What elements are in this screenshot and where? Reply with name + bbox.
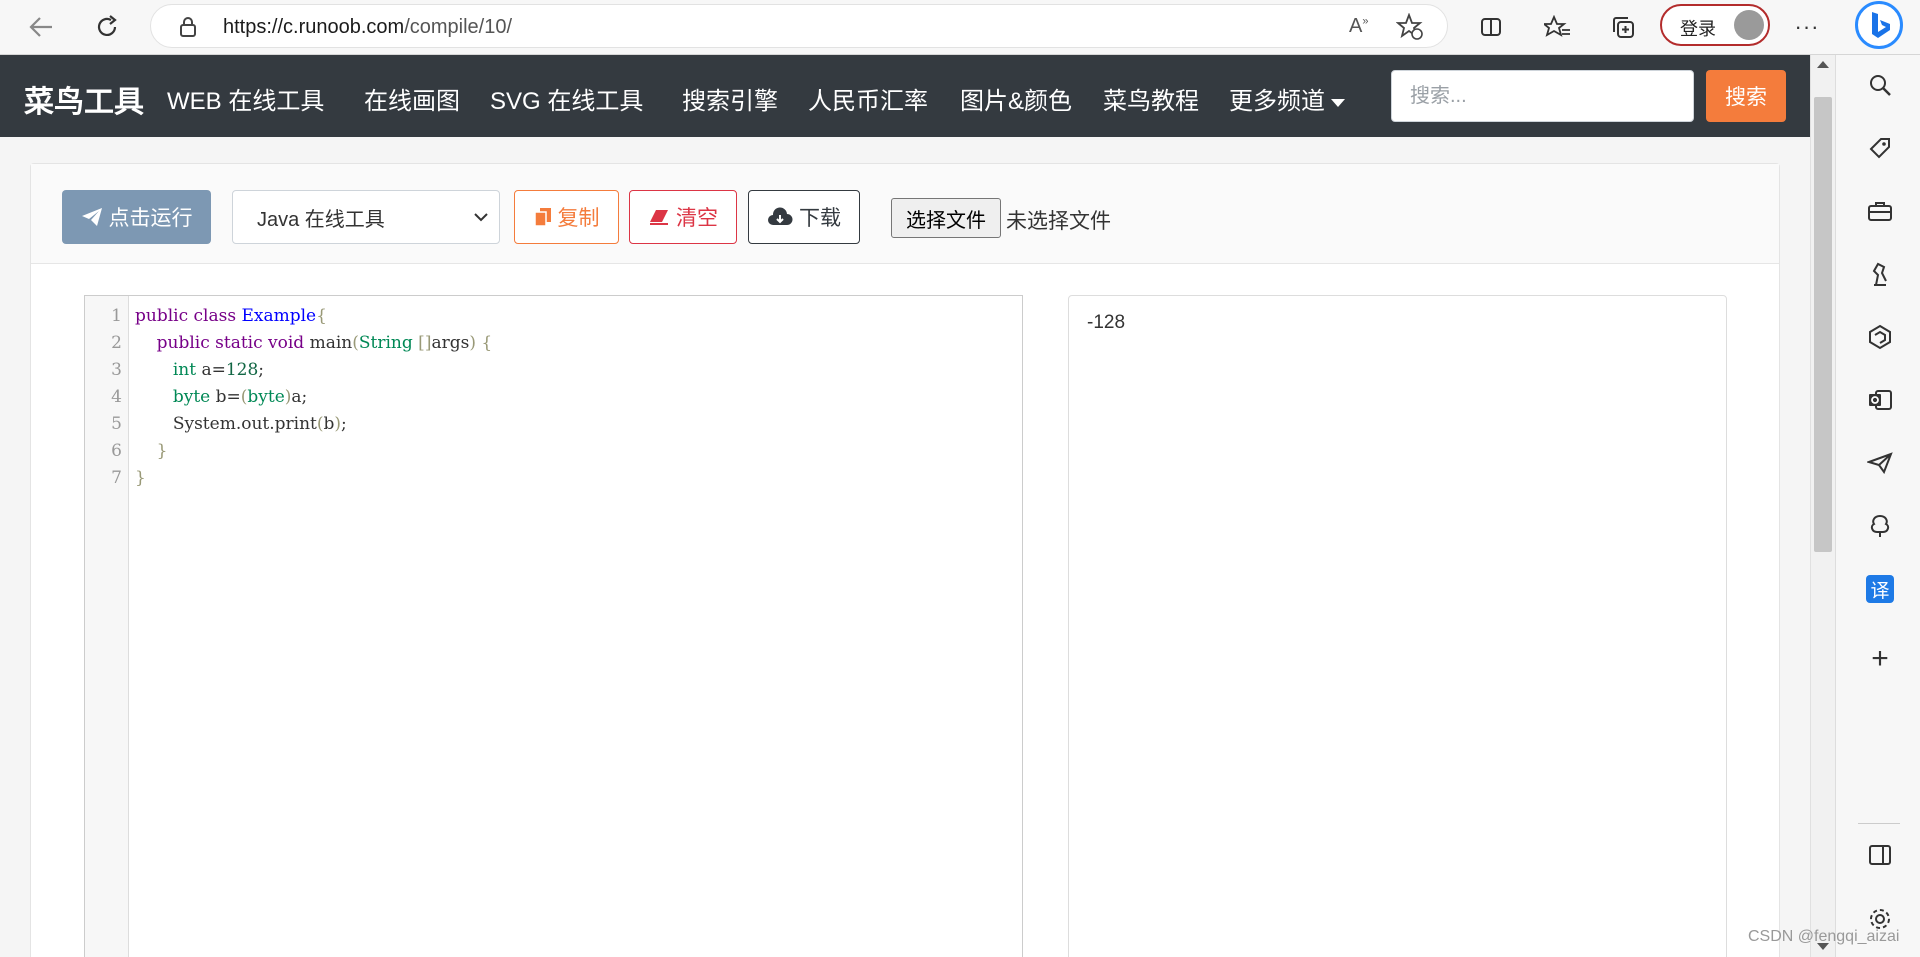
add-favorite-icon[interactable] (1395, 12, 1424, 46)
site-search-input[interactable] (1391, 70, 1694, 122)
search-icon[interactable] (1866, 71, 1894, 99)
run-button-label: 点击运行 (108, 207, 193, 230)
compiler-toolbar: 点击运行 Java 在线工具 复制 清空 下载 选择文件 未选择文件 (31, 164, 1779, 264)
tag-icon[interactable] (1866, 134, 1894, 162)
copy-button[interactable]: 复制 (514, 190, 619, 244)
nav-link-more-channels[interactable]: 更多频道 (1229, 81, 1345, 116)
code-line: System.out.print(b); (135, 414, 347, 434)
code-line: } (156, 441, 168, 461)
nav-link-drawing[interactable]: 在线画图 (364, 81, 460, 116)
language-select-value: Java 在线工具 (257, 208, 385, 231)
translate-icon[interactable]: 译 (1866, 575, 1894, 603)
copy-button-label: 复制 (557, 207, 600, 230)
cloud-download-icon (768, 207, 793, 225)
line-number: 5 (111, 414, 122, 434)
output-text: -128 (1087, 312, 1126, 333)
site-search-button[interactable]: 搜索 (1706, 70, 1786, 122)
dropdown-caret-icon (1331, 98, 1345, 107)
output-panel: -128 (1068, 295, 1727, 957)
page: 菜鸟工具 WEB 在线工具 在线画图 SVG 在线工具 搜索引擎 人民币汇率 图… (0, 55, 1810, 957)
toolbox-icon[interactable] (1866, 197, 1894, 225)
copy-icon (533, 208, 551, 227)
nav-link-image-color[interactable]: 图片&颜色 (960, 81, 1072, 116)
line-number: 3 (111, 360, 122, 380)
send-icon[interactable] (1866, 449, 1894, 477)
line-number: 7 (111, 468, 122, 488)
download-button[interactable]: 下载 (748, 190, 860, 244)
eraser-icon (650, 210, 668, 225)
line-gutter: 1 2 3 4 5 6 7 (85, 296, 129, 957)
scroll-thumb[interactable] (1814, 97, 1832, 552)
line-number: 1 (111, 306, 122, 326)
line-number: 4 (111, 387, 122, 407)
page-scrollbar[interactable] (1810, 55, 1834, 957)
scroll-up-icon[interactable] (1817, 61, 1829, 68)
hide-sidebar-icon[interactable] (1866, 841, 1894, 869)
favorites-icon[interactable] (1540, 10, 1574, 44)
split-screen-icon[interactable] (1474, 10, 1508, 44)
run-button[interactable]: 点击运行 (62, 190, 211, 244)
nav-link-exchange-rate[interactable]: 人民币汇率 (808, 81, 928, 116)
browser-toolbar: https://c.runoob.com/compile/10/ A» 登录 ·… (0, 0, 1920, 55)
address-bar[interactable]: https://c.runoob.com/compile/10/ A» (150, 4, 1448, 48)
lock-icon[interactable] (179, 16, 197, 43)
outlook-icon[interactable] (1866, 386, 1894, 414)
code-editor[interactable]: 1 2 3 4 5 6 7 public class Example{ publ… (84, 295, 1023, 957)
collections-icon[interactable] (1606, 10, 1640, 44)
download-button-label: 下载 (799, 207, 841, 230)
brand-logo[interactable]: 菜鸟工具 (24, 77, 144, 121)
code-line: byte b=(byte)a; (172, 387, 308, 407)
sidebar-divider (1858, 823, 1900, 824)
csdn-watermark: CSDN @fengqi_aizai (1748, 928, 1900, 945)
language-select[interactable]: Java 在线工具 (232, 190, 500, 244)
code-line: } (135, 468, 146, 488)
bing-copilot-icon[interactable] (1855, 1, 1903, 49)
code-line: public class Example{ (135, 306, 327, 326)
refresh-icon[interactable] (90, 10, 124, 44)
nav-link-tutorial[interactable]: 菜鸟教程 (1103, 81, 1199, 116)
nav-link-search-engine[interactable]: 搜索引擎 (682, 81, 778, 116)
login-button[interactable]: 登录 (1660, 4, 1770, 46)
nav-link-web-tools[interactable]: WEB 在线工具 (167, 81, 324, 116)
games-icon[interactable] (1866, 260, 1894, 288)
line-number: 2 (111, 333, 122, 353)
back-icon[interactable] (24, 10, 58, 44)
site-navbar: 菜鸟工具 WEB 在线工具 在线画图 SVG 在线工具 搜索引擎 人民币汇率 图… (0, 55, 1810, 137)
url-text: https://c.runoob.com/compile/10/ (223, 16, 513, 38)
paper-plane-icon (81, 208, 102, 226)
clear-button-label: 清空 (676, 207, 718, 230)
more-menu-icon[interactable]: ··· (1790, 10, 1824, 44)
avatar (1734, 10, 1764, 40)
line-number: 6 (111, 441, 122, 461)
microsoft-365-icon[interactable] (1866, 323, 1894, 351)
browser-sidebar: 译 + (1835, 55, 1920, 957)
tree-icon[interactable] (1866, 512, 1894, 540)
code-line: int a=128; (172, 360, 265, 380)
nav-link-svg-tools[interactable]: SVG 在线工具 (490, 81, 643, 116)
code-line: public static void main(String []args) { (156, 333, 493, 353)
chevron-down-icon (474, 213, 488, 222)
choose-file-button[interactable]: 选择文件 (891, 198, 1001, 238)
clear-button[interactable]: 清空 (629, 190, 737, 244)
add-icon[interactable]: + (1866, 642, 1894, 675)
file-status: 未选择文件 (1006, 210, 1111, 233)
compiler-card: 点击运行 Java 在线工具 复制 清空 下载 选择文件 未选择文件 1 2 3… (30, 163, 1780, 957)
read-aloud-icon[interactable]: A» (1349, 15, 1368, 38)
